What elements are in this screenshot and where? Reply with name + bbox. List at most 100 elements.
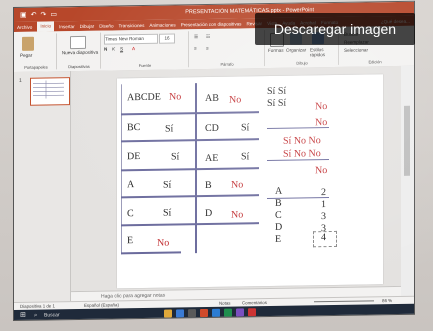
group-label-editing: Edición [368,59,382,65]
slide[interactable]: ABCDE No AB No BC Sí CD Sí DE Sí AE Sí A… [117,74,383,289]
cell-row4-right-answer: No [231,179,244,191]
paste-icon[interactable] [22,36,34,51]
cell-row3-left-answer: Sí [171,151,180,163]
number-3: 3 [321,211,326,223]
taskbar-apps [164,308,256,318]
cell-row3-right-answer: Sí [241,151,250,163]
taskbar-search-icon[interactable]: ⌕ [34,310,37,320]
save-icon[interactable]: ▣ [20,11,27,19]
shapes-button[interactable]: Formas [268,48,284,53]
cell-row5-left-answer: Sí [163,207,172,219]
store-icon[interactable] [188,309,196,318]
slide-thumbnail[interactable] [30,77,70,106]
right-line-5: Sí No No [283,135,321,147]
powerpoint-icon[interactable] [200,308,208,318]
browser-icon[interactable] [176,309,184,318]
group-paragraph: ☰ ☷ ≡ ≡ Párrafo [190,30,265,68]
bullets-icon[interactable]: ☰ [194,34,198,40]
table-line-3 [121,167,259,171]
numbering-icon[interactable]: ☷ [206,34,210,40]
group-label-slides: Diapositivas [68,63,90,70]
tab-diseno[interactable]: Diseño [99,23,113,28]
tab-transiciones[interactable]: Transiciones [119,22,145,27]
right-line-1: Sí Sí [267,85,287,98]
cell-row2-left-answer: Sí [165,123,174,135]
table-line-1 [121,111,259,115]
cell-row1-right-answer: No [229,94,242,106]
new-slide-button[interactable]: Nueva diapositiva [60,50,100,56]
slide-thumbnail-preview [33,80,64,99]
cell-row5-right: D [205,207,213,219]
cell-row5-right-answer: No [231,209,244,221]
align-left-icon[interactable]: ≡ [194,46,197,51]
cell-row3-right: AE [205,152,219,164]
cell-row3-left: DE [127,151,141,163]
windows-start-icon[interactable]: ⊞ [20,310,26,320]
cell-row4-left: A [127,179,135,191]
right-no-2: No [315,117,328,129]
cell-row6-left-answer: No [157,237,170,249]
group-label-paragraph: Párrafo [220,61,234,67]
excel-icon[interactable] [224,308,232,317]
table-line-6 [121,251,181,254]
underline-button[interactable]: S [120,46,123,51]
group-slides: Nueva diapositiva Diapositivas [58,32,101,70]
arrange-button[interactable]: Organizar [286,47,306,52]
tab-presentacion[interactable]: Presentación con diapositivas [181,21,242,27]
cell-row2-right-answer: Sí [241,122,250,134]
tab-dibujar[interactable]: Dibujar [80,23,95,28]
download-image-button[interactable]: Descaregar imagen [255,13,415,45]
tab-inicio[interactable]: Inicio [37,21,55,32]
font-size-select[interactable]: 16 [159,33,175,44]
font-color-icon[interactable]: A [132,46,135,51]
redo-icon[interactable]: ↷ [41,10,47,18]
slide-canvas: ABCDE No AB No BC Sí CD Sí DE Sí AE Sí A… [71,65,401,292]
taskbar-search[interactable]: Buscar [44,309,60,320]
vertical-scrollbar[interactable] [401,65,414,296]
number-2: 1 [321,199,326,211]
table-line-4 [121,194,259,198]
italic-button[interactable]: K [112,46,115,51]
group-label-font: Fuente [138,62,152,69]
letter-e: E [275,233,282,245]
teams-icon[interactable] [236,308,244,317]
letter-b: B [275,197,282,209]
tab-animaciones[interactable]: Animaciones [149,22,175,27]
photo-background: ▣ ↶ ↷ ▭ PRESENTACIÓN MATEMÁTICAS.pptx - … [0,0,433,331]
tab-archivo[interactable]: Archivo [17,24,32,29]
font-name-select[interactable]: Times New Roman [104,33,158,45]
quick-access-toolbar: ▣ ↶ ↷ ▭ [14,10,57,19]
cell-row2-right: CD [205,122,219,134]
number-1: 2 [321,187,326,199]
scrollbar-thumb[interactable] [404,105,410,176]
right-line-2: Sí Sí [267,97,287,110]
zoom-slider[interactable] [314,300,374,303]
cell-row5-left: C [127,208,134,220]
paste-button[interactable]: Pegar [20,53,32,58]
bold-button[interactable]: N [104,47,107,52]
table-line-5 [121,222,259,226]
start-presentation-icon[interactable]: ▭ [50,10,57,18]
new-slide-icon[interactable] [70,35,86,50]
file-explorer-icon[interactable] [164,309,172,318]
tab-insertar[interactable]: Insertar [59,24,75,29]
group-font: Times New Roman 16 N K S A Fuente [102,31,189,69]
undo-icon[interactable]: ↶ [31,11,37,19]
quick-styles-button[interactable]: Estilos rápidos [310,47,336,57]
number-5: 4 [321,232,326,244]
cell-row1-left: ABCDE [127,91,161,104]
slides-pane: 1 [14,71,71,310]
select-button[interactable]: Seleccionar [344,47,368,52]
letter-c: C [275,209,282,221]
word-icon[interactable] [212,308,220,317]
group-clipboard: Pegar Portapapeles [16,33,57,70]
letter-a: A [275,185,283,197]
right-no-3: No [315,165,328,177]
monitor-screen: ▣ ↶ ↷ ▭ PRESENTACIÓN MATEMÁTICAS.pptx - … [14,1,414,320]
slide-thumbnail-number: 1 [19,77,22,84]
align-center-icon[interactable]: ≡ [206,46,209,51]
selected-textbox[interactable]: 4 [313,230,337,248]
letter-d: D [275,221,283,233]
acrobat-icon[interactable] [248,308,256,317]
cell-row1-right: AB [205,92,219,104]
